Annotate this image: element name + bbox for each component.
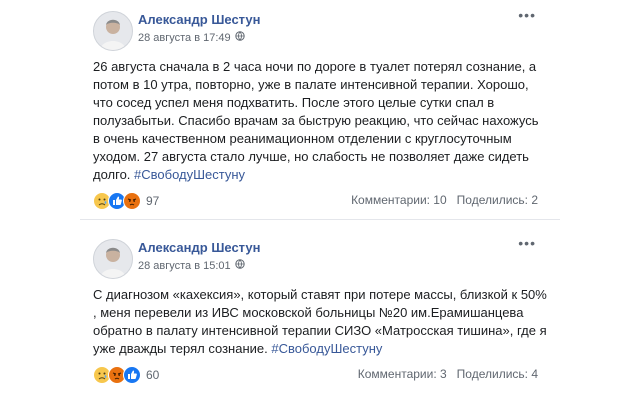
post-text: 26 августа сначала в 2 часа ночи по доро… — [80, 50, 560, 184]
avatar[interactable] — [93, 239, 133, 279]
avatar-image — [94, 240, 132, 278]
post-header: Александр Шестун 28 августа в 17:49 ••• — [80, 2, 560, 51]
post-footer: 97 Комментарии: 10 Поделились: 2 — [80, 184, 560, 214]
post-card: Александр Шестун 28 августа в 15:01 ••• … — [80, 230, 560, 388]
reaction-count[interactable]: 97 — [146, 194, 159, 208]
globe-icon — [234, 259, 245, 272]
shares-link[interactable]: Поделились: 2 — [457, 193, 538, 207]
more-options-icon[interactable]: ••• — [518, 236, 536, 250]
hashtag-link[interactable]: #СвободуШестуну — [271, 341, 382, 356]
post-stats: Комментарии: 3 Поделились: 4 — [358, 367, 538, 381]
post-card: Александр Шестун 28 августа в 17:49 ••• … — [80, 2, 560, 214]
hashtag-link[interactable]: #СвободуШестуну — [134, 167, 245, 182]
globe-icon — [234, 31, 245, 44]
post-body: 26 августа сначала в 2 часа ночи по доро… — [93, 59, 539, 182]
reaction-count[interactable]: 60 — [146, 368, 159, 382]
post-divider — [80, 219, 560, 220]
more-options-icon[interactable]: ••• — [518, 8, 536, 22]
post-stats: Комментарии: 10 Поделились: 2 — [351, 193, 538, 207]
avatar[interactable] — [93, 11, 133, 51]
shares-link[interactable]: Поделились: 4 — [457, 367, 538, 381]
post-footer: 60 Комментарии: 3 Поделились: 4 — [80, 358, 560, 388]
post-text: С диагнозом «кахексия», который ставят п… — [80, 278, 560, 358]
author-name[interactable]: Александр Шестун — [138, 240, 260, 255]
angry-reaction-icon — [123, 192, 141, 210]
post-date[interactable]: 28 августа в 15:01 — [138, 260, 231, 272]
author-name[interactable]: Александр Шестун — [138, 12, 260, 27]
reactions-summary[interactable]: 97 — [93, 192, 159, 210]
post-meta: 28 августа в 17:49 — [138, 31, 245, 44]
comments-link[interactable]: Комментарии: 10 — [351, 193, 447, 207]
reactions-summary[interactable]: 60 — [93, 366, 159, 384]
post-date[interactable]: 28 августа в 17:49 — [138, 32, 231, 44]
comments-link[interactable]: Комментарии: 3 — [358, 367, 447, 381]
post-header: Александр Шестун 28 августа в 15:01 ••• — [80, 230, 560, 279]
avatar-image — [94, 12, 132, 50]
like-reaction-icon — [123, 366, 141, 384]
post-meta: 28 августа в 15:01 — [138, 259, 245, 272]
